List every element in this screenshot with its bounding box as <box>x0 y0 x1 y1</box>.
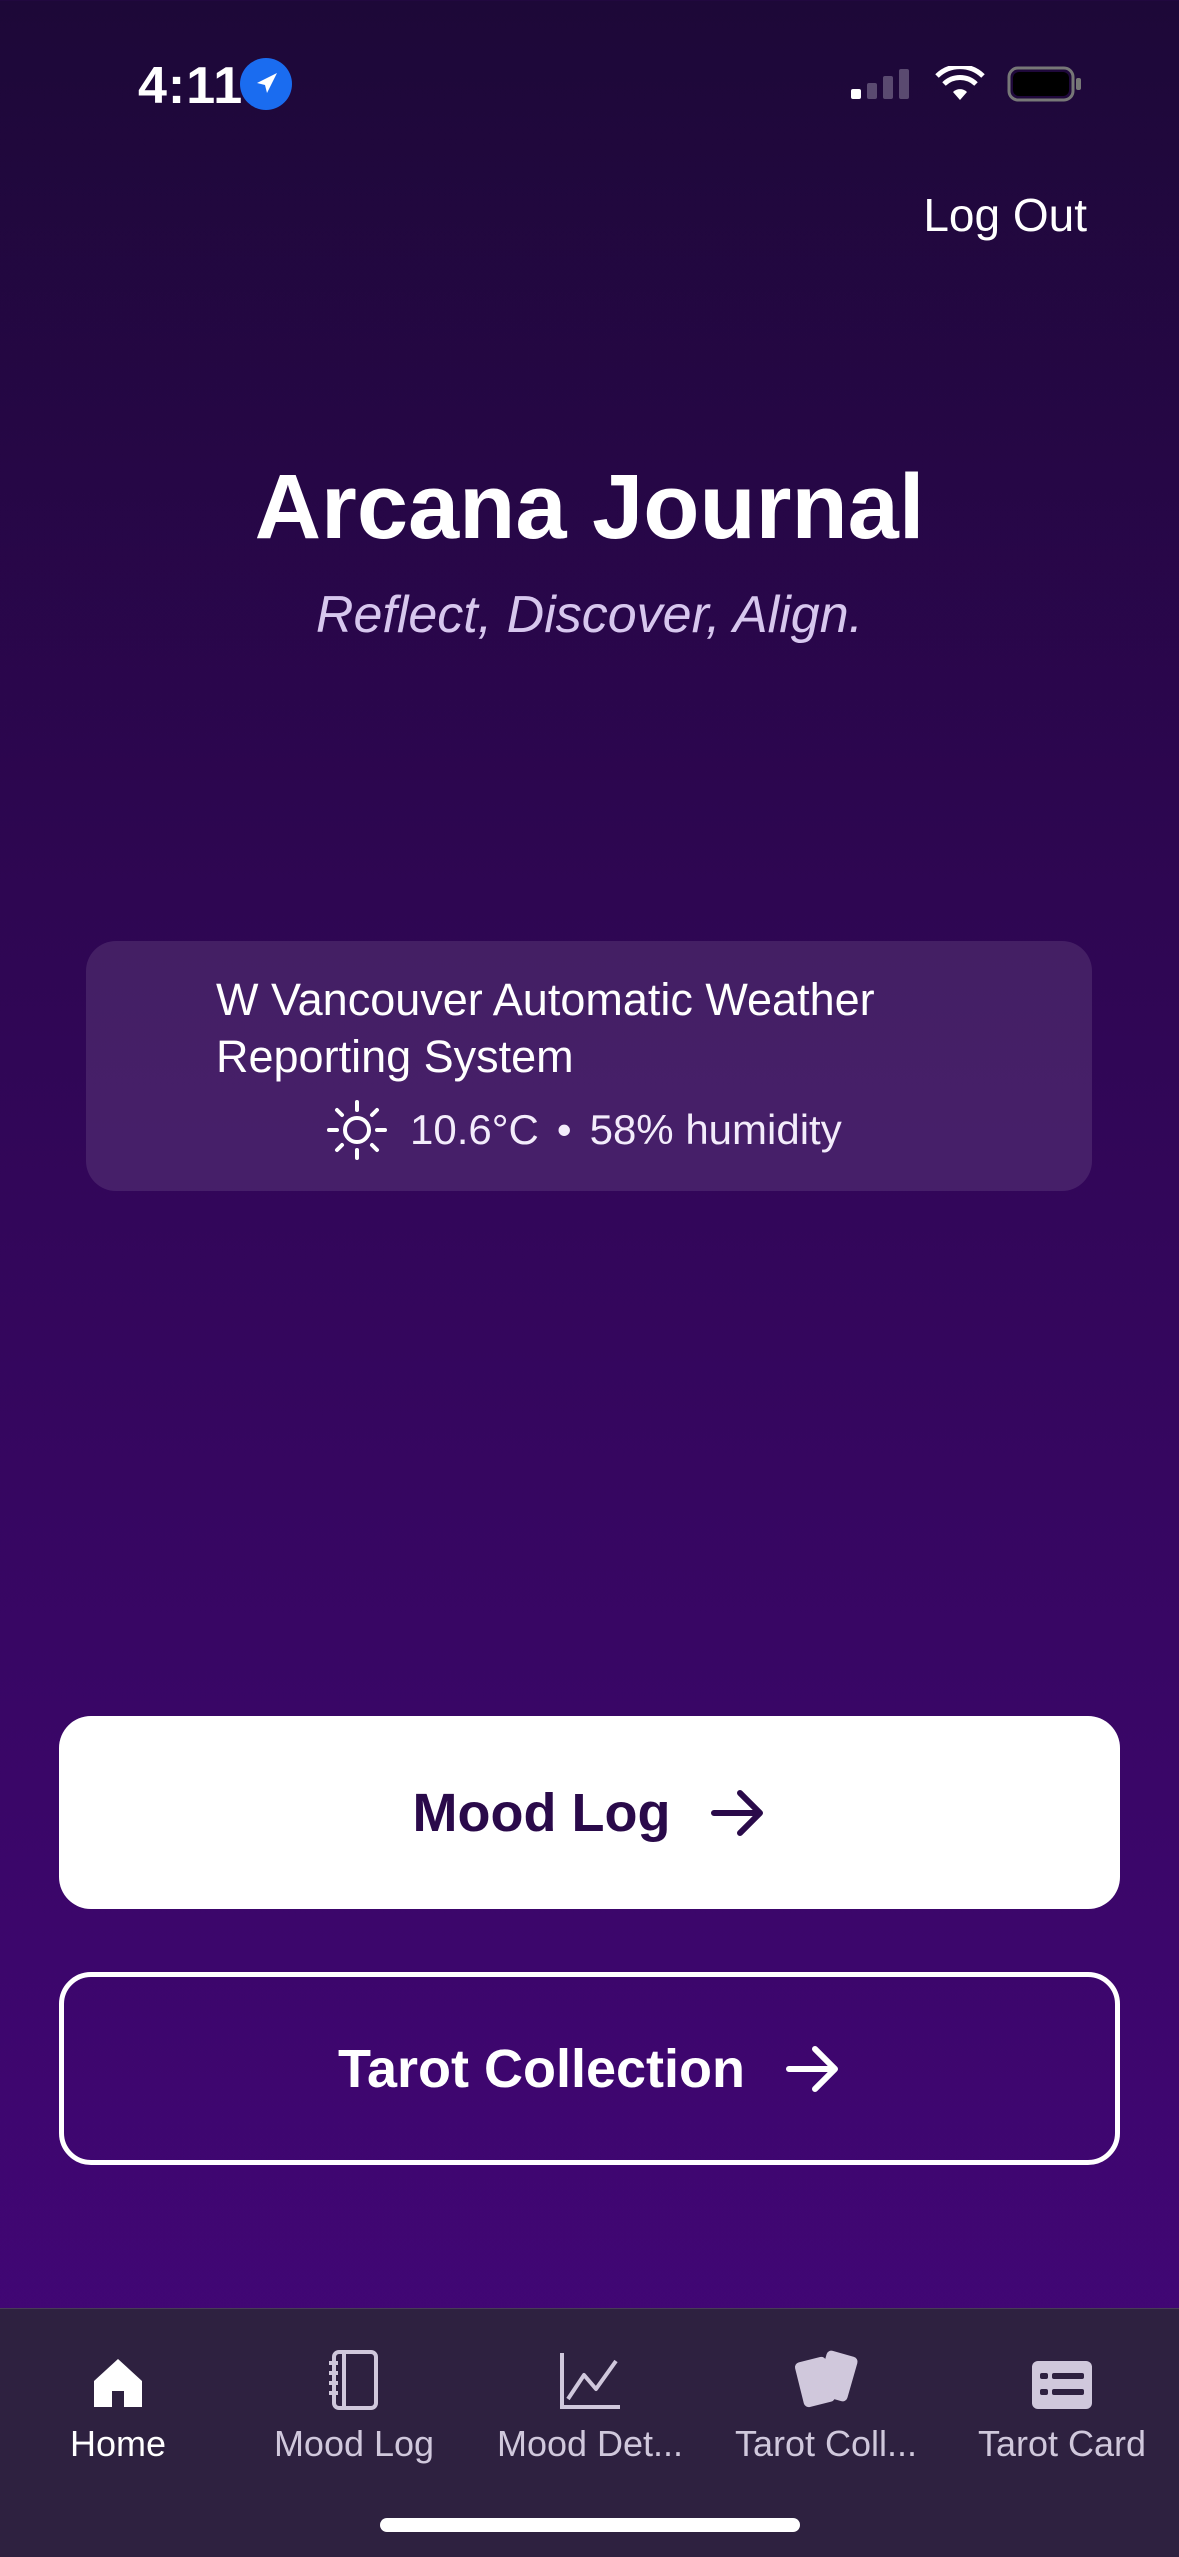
tab-label: Mood Log <box>273 2423 435 2464</box>
tab-label: Home <box>69 2423 167 2464</box>
cards-icon <box>708 2339 944 2411</box>
tab-label: Tarot Coll... <box>734 2423 918 2464</box>
status-bar: 4:11 <box>0 0 1179 150</box>
sun-icon <box>327 1100 387 1160</box>
mood-log-button[interactable]: Mood Log <box>59 1716 1120 1909</box>
home-indicator <box>380 2518 800 2532</box>
chart-icon <box>472 2339 708 2411</box>
temperature: 10.6°C <box>410 1106 539 1153</box>
status-icons <box>851 66 1083 102</box>
arrow-right-icon <box>786 2045 838 2092</box>
weather-details: 10.6°C • 58% humidity <box>326 1099 842 1161</box>
tab-label: Mood Det... <box>496 2423 684 2464</box>
notebook-icon <box>236 2339 472 2411</box>
page-title: Arcana Journal <box>254 456 925 558</box>
tarot-collection-button-label: Tarot Collection <box>337 2038 745 2099</box>
weather-card: W Vancouver Automatic Weather Reporting … <box>86 941 1092 1191</box>
tarot-collection-button[interactable]: Tarot Collection <box>59 1972 1120 2165</box>
tab-mood-log[interactable]: Mood Log <box>236 2339 472 2465</box>
weather-station-name: W Vancouver Automatic Weather Reporting … <box>216 974 875 1082</box>
arrow-right-icon <box>711 1789 764 1836</box>
location-arrow-icon <box>240 58 292 110</box>
signal-icon <box>851 69 909 99</box>
wifi-icon <box>935 66 985 100</box>
tab-tarot-card[interactable]: Tarot Card <box>944 2339 1179 2465</box>
humidity: 58% humidity <box>589 1106 842 1153</box>
home-icon <box>0 2339 236 2411</box>
tab-mood-details[interactable]: Mood Det... <box>472 2339 708 2465</box>
card-icon <box>944 2339 1179 2411</box>
status-time: 4:11 <box>138 57 244 115</box>
weather-separator: • <box>556 1106 572 1153</box>
tab-home[interactable]: Home <box>0 2339 236 2465</box>
logout-button[interactable]: Log Out <box>923 188 1087 242</box>
mood-log-button-label: Mood Log <box>412 1782 671 1843</box>
battery-icon <box>1007 66 1081 102</box>
tab-label: Tarot Card <box>977 2423 1147 2464</box>
tab-tarot-collection[interactable]: Tarot Coll... <box>708 2339 944 2465</box>
page-subtitle: Reflect, Discover, Align. <box>315 586 864 644</box>
